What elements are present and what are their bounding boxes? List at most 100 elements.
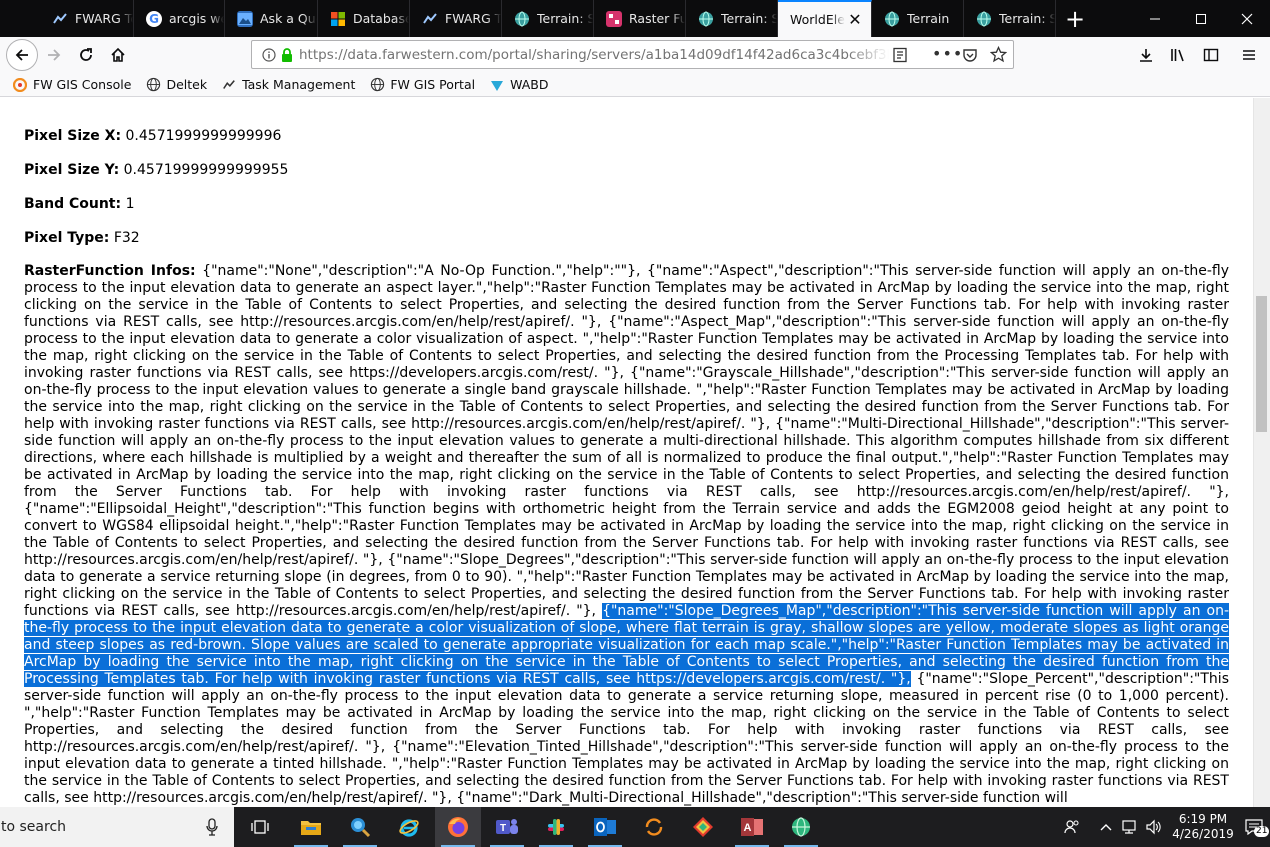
- globe-icon: [145, 77, 161, 93]
- taskbar-internet-explorer[interactable]: [386, 807, 432, 847]
- home-button[interactable]: [102, 39, 134, 71]
- network-icon[interactable]: [1118, 807, 1142, 847]
- vertical-scrollbar[interactable]: [1253, 98, 1270, 807]
- taskbar-search-app[interactable]: [337, 807, 383, 847]
- url-text[interactable]: https://data.farwestern.com/portal/shari…: [299, 47, 889, 63]
- taskbar-firefox[interactable]: [435, 807, 481, 847]
- taskbar-file-explorer[interactable]: [288, 807, 334, 847]
- globe-icon: [514, 11, 530, 27]
- bookmark-label: Task Management: [242, 77, 356, 92]
- maximize-icon: [1196, 13, 1206, 24]
- clock-time: 6:19 PM: [1178, 812, 1228, 826]
- tab-title: Terrain: Server: [537, 11, 593, 26]
- globe-icon: [976, 11, 992, 27]
- bookmark-star-icon[interactable]: [989, 45, 1008, 67]
- file-explorer-icon: [301, 821, 321, 835]
- raster-function-infos-label: RasterFunction Infos:: [24, 263, 196, 279]
- access-icon: A: [741, 818, 763, 836]
- system-clock[interactable]: 6:19 PM 4/26/2019: [1168, 812, 1238, 842]
- raster-functions-text-after: {"name":"Slope_Percent","description":"T…: [24, 671, 1229, 806]
- slack-icon: [548, 819, 564, 835]
- bookmark-label: WABD: [510, 77, 549, 92]
- page-actions-icon[interactable]: •••: [932, 44, 963, 63]
- globe-icon: [698, 11, 714, 27]
- pixel-size-x-row: Pixel Size X: 0.4571999999999996: [24, 128, 281, 144]
- pocket-icon[interactable]: [962, 47, 978, 67]
- tab-terrain-server-1[interactable]: Terrain: Server: [502, 0, 594, 37]
- bookmark-fw-gis-portal[interactable]: FW GIS Portal: [369, 77, 475, 93]
- svg-text:T: T: [500, 823, 506, 834]
- downloads-button[interactable]: [1130, 39, 1162, 71]
- taskbar-outlook[interactable]: [582, 807, 628, 847]
- show-hidden-icons-chevron-icon[interactable]: [1097, 807, 1115, 847]
- library-icon: [1171, 49, 1184, 62]
- back-arrow-icon: [15, 49, 28, 61]
- minimize-icon: [1150, 18, 1160, 19]
- taskbar-slack[interactable]: [533, 807, 579, 847]
- pixel-size-y-row: Pixel Size Y: 0.45719999999999955: [24, 162, 288, 178]
- globe-icon: [369, 77, 385, 93]
- tab-fwarg-terrain-1[interactable]: FWARG Terrain: [40, 0, 134, 37]
- tab-raster-functions[interactable]: Raster Functions: [594, 0, 686, 37]
- bookmark-deltek[interactable]: Deltek: [145, 77, 207, 93]
- reader-view-icon[interactable]: [892, 47, 908, 67]
- taskbar-access[interactable]: A: [729, 807, 775, 847]
- tab-title: Terrain: Server: [999, 11, 1055, 26]
- back-button[interactable]: [6, 39, 38, 71]
- volume-icon[interactable]: [1142, 807, 1166, 847]
- taskbar-arcgis-pro[interactable]: [680, 807, 726, 847]
- tab-arcgis-web[interactable]: G arcgis web: [134, 0, 225, 37]
- bookmark-task-management[interactable]: Task Management: [221, 77, 355, 93]
- bookmark-wabd[interactable]: WABD: [489, 77, 549, 93]
- forward-arrow-icon: [48, 49, 61, 61]
- tab-terrain-server-2[interactable]: Terrain: Server: [686, 0, 778, 37]
- taskbar-globe-app[interactable]: [778, 807, 824, 847]
- tab-worldelevation[interactable]: WorldElevation ✕: [778, 0, 872, 37]
- tab-terrain[interactable]: Terrain: [872, 0, 964, 37]
- lock-icon[interactable]: [281, 47, 293, 62]
- info-icon[interactable]: [262, 47, 276, 62]
- taskbar-search-box[interactable]: to search: [0, 807, 234, 847]
- tab-terrain-server-3[interactable]: Terrain: Server: [964, 0, 1056, 37]
- bookmark-fw-gis-console[interactable]: FW GIS Console: [12, 77, 131, 93]
- pixel-size-y-label: Pixel Size Y:: [24, 162, 120, 178]
- action-center-button[interactable]: 21: [1240, 807, 1270, 847]
- windows-taskbar: to search T A 6:19 PM 4/26/2019 21: [0, 807, 1270, 847]
- band-count-row: Band Count: 1: [24, 196, 134, 212]
- close-tab-icon[interactable]: ✕: [845, 10, 865, 29]
- page-content: Pixel Size X: 0.4571999999999996 Pixel S…: [0, 98, 1253, 807]
- reload-icon: [80, 48, 92, 61]
- microphone-icon[interactable]: [206, 818, 218, 840]
- teams-icon: T: [496, 819, 518, 834]
- url-bar[interactable]: https://data.farwestern.com/portal/shari…: [251, 40, 1014, 69]
- forward-button[interactable]: [38, 39, 70, 71]
- sidebar-button[interactable]: [1195, 39, 1227, 71]
- tab-title: arcgis web: [169, 11, 224, 26]
- tab-database[interactable]: Database: [318, 0, 410, 37]
- menu-button[interactable]: [1233, 39, 1265, 71]
- people-icon[interactable]: [1061, 807, 1083, 847]
- tab-strip: FWARG Terrain G arcgis web Ask a Questio…: [0, 0, 1270, 37]
- library-button[interactable]: [1163, 39, 1195, 71]
- minimize-button[interactable]: [1132, 0, 1178, 37]
- sidebar-icon: [1203, 48, 1219, 62]
- taskbar-sync-app[interactable]: [631, 807, 677, 847]
- pixel-size-x-value: 0.4571999999999996: [125, 128, 282, 144]
- raster-function-infos: RasterFunction Infos: {"name":"None","de…: [24, 263, 1230, 807]
- tab-title: Terrain: [907, 11, 950, 26]
- tab-ask-a-question[interactable]: Ask a Question: [225, 0, 318, 37]
- maximize-button[interactable]: [1178, 0, 1224, 37]
- download-icon: [1140, 49, 1152, 62]
- pixel-type-label: Pixel Type:: [24, 230, 110, 246]
- home-icon: [111, 47, 125, 62]
- reload-button[interactable]: [70, 39, 102, 71]
- clock-date: 4/26/2019: [1172, 827, 1234, 841]
- pixel-size-y-value: 0.45719999999999955: [123, 162, 289, 178]
- tab-fwarg-terrain-2[interactable]: FWARG Terrain: [410, 0, 502, 37]
- pixel-size-x-label: Pixel Size X:: [24, 128, 122, 144]
- task-view-button[interactable]: [237, 807, 283, 847]
- scrollbar-thumb[interactable]: [1256, 296, 1267, 432]
- new-tab-button[interactable]: +: [1060, 0, 1090, 37]
- taskbar-teams[interactable]: T: [484, 807, 530, 847]
- close-window-button[interactable]: [1224, 0, 1270, 37]
